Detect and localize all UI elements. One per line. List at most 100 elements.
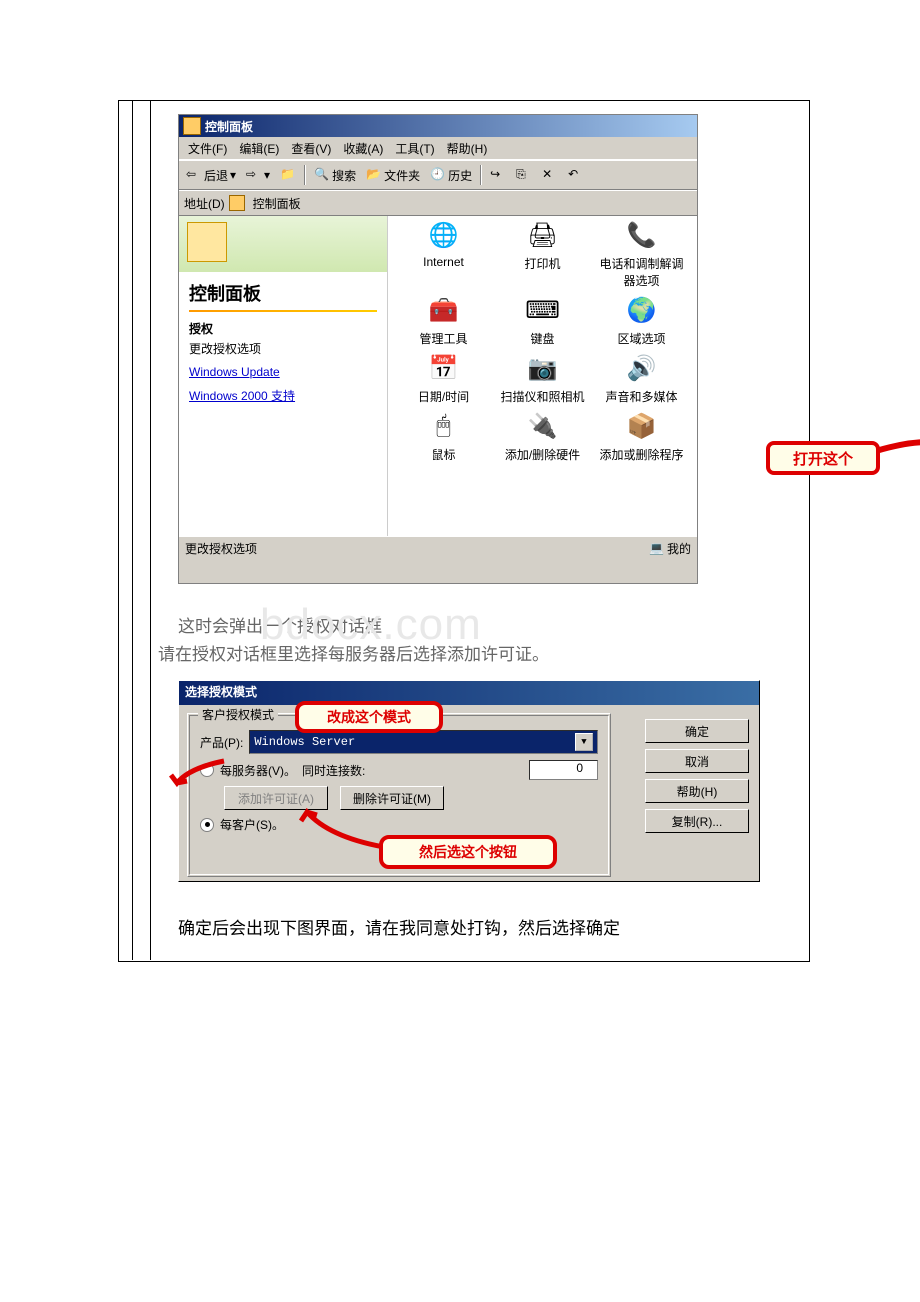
annotation-arrow-icon bbox=[169, 753, 229, 793]
groupbox-label: 客户授权模式 bbox=[198, 706, 278, 723]
history-button[interactable]: 🕘历史 bbox=[426, 165, 476, 186]
icon-printers[interactable]: 🖨打印机 bbox=[500, 218, 585, 289]
control-panel-icon bbox=[229, 195, 245, 211]
hardware-icon: 🔌 bbox=[526, 409, 560, 443]
windows-update-link[interactable]: Windows Update bbox=[189, 365, 377, 379]
address-bar: 地址(D) 控制面板 bbox=[179, 190, 697, 216]
address-value[interactable]: 控制面板 bbox=[253, 195, 301, 212]
forward-icon: ⇨ bbox=[246, 167, 262, 183]
search-button[interactable]: 🔍搜索 bbox=[310, 165, 360, 186]
dropdown-icon: ▾ bbox=[230, 168, 236, 182]
speaker-icon: 🔊 bbox=[625, 351, 659, 385]
printer-icon: 🖨 bbox=[526, 218, 560, 252]
per-server-label: 每服务器(V)。 bbox=[220, 762, 296, 779]
delete-icon: ✕ bbox=[542, 167, 558, 183]
annotation-change-mode: 改成这个模式 bbox=[295, 701, 443, 733]
titlebar: 控制面板 bbox=[179, 115, 697, 137]
control-panel-window: 控制面板 文件(F) 编辑(E) 查看(V) 收藏(A) 工具(T) 帮助(H)… bbox=[178, 114, 698, 584]
menu-file[interactable]: 文件(F) bbox=[182, 138, 233, 159]
icon-scanners-cameras[interactable]: 📷扫描仪和照相机 bbox=[500, 351, 585, 405]
icon-regional[interactable]: 🌍区域选项 bbox=[599, 293, 684, 347]
per-seat-label: 每客户(S)。 bbox=[220, 816, 284, 833]
help-button[interactable]: 帮助(H) bbox=[645, 779, 749, 803]
body-text-3: 确定后会出现下图界面，请在我同意处打钩，然后选择确定 bbox=[178, 914, 620, 939]
move-button[interactable]: ↪ bbox=[486, 165, 510, 185]
undo-button[interactable]: ↶ bbox=[564, 165, 588, 185]
menu-view[interactable]: 查看(V) bbox=[285, 138, 337, 159]
product-label: 产品(P): bbox=[200, 734, 243, 751]
folder-up-icon: 📁 bbox=[280, 167, 296, 183]
separator bbox=[304, 165, 306, 185]
per-seat-radio[interactable] bbox=[200, 818, 214, 832]
folder-icon: 📂 bbox=[366, 167, 382, 183]
licensing-dialog: 选择授权模式 客户授权模式 产品(P): Windows Server ▼ 每服… bbox=[178, 680, 760, 882]
dialog-buttons: 确定 取消 帮助(H) 复制(R)... bbox=[645, 719, 749, 833]
annotation-arrow-icon bbox=[299, 807, 389, 857]
selected-item-info: 授权 更改授权选项 bbox=[179, 320, 387, 357]
menubar[interactable]: 文件(F) 编辑(E) 查看(V) 收藏(A) 工具(T) 帮助(H) bbox=[179, 137, 697, 160]
forward-button[interactable]: ⇨▾ bbox=[242, 165, 274, 185]
programs-icon: 📦 bbox=[625, 409, 659, 443]
move-icon: ↪ bbox=[490, 167, 506, 183]
computer-icon: 💻 bbox=[649, 541, 664, 555]
icon-add-remove-programs[interactable]: 📦添加或删除程序 bbox=[599, 409, 684, 463]
left-pane: 控制面板 授权 更改授权选项 Windows Update Windows 20… bbox=[179, 216, 388, 536]
control-panel-icon bbox=[183, 117, 201, 135]
back-icon: ⇦ bbox=[186, 167, 202, 183]
statusbar: 更改授权选项 💻我的 bbox=[179, 536, 697, 559]
folders-button[interactable]: 📂文件夹 bbox=[362, 165, 424, 186]
icon-sounds-multimedia[interactable]: 🔊声音和多媒体 bbox=[599, 351, 684, 405]
mouse-icon: 🖱 bbox=[427, 409, 461, 443]
annotation-arrow bbox=[876, 436, 920, 466]
icon-add-remove-hardware[interactable]: 🔌添加/删除硬件 bbox=[500, 409, 585, 463]
delete-button[interactable]: ✕ bbox=[538, 165, 562, 185]
icon-date-time[interactable]: 📅日期/时间 bbox=[401, 351, 486, 405]
toolbox-icon: 🧰 bbox=[427, 293, 461, 327]
product-combo[interactable]: Windows Server ▼ bbox=[249, 730, 598, 754]
undo-icon: ↶ bbox=[568, 167, 584, 183]
watermark: bdocx.com bbox=[260, 600, 482, 650]
icon-phone-modem[interactable]: 📞电话和调制解调器选项 bbox=[599, 218, 684, 289]
copy-button[interactable]: ⎘ bbox=[512, 165, 536, 185]
window-title: 控制面板 bbox=[205, 118, 253, 135]
calendar-icon: 📅 bbox=[427, 351, 461, 385]
globe-icon: 🌐 bbox=[427, 218, 461, 252]
copy-icon: ⎘ bbox=[516, 167, 532, 183]
icon-keyboard[interactable]: ⌨键盘 bbox=[500, 293, 585, 347]
left-pane-title: 控制面板 bbox=[179, 272, 387, 310]
icon-mouse[interactable]: 🖱鼠标 bbox=[401, 409, 486, 463]
connections-label: 同时连接数: bbox=[302, 762, 365, 779]
content-area: 控制面板 授权 更改授权选项 Windows Update Windows 20… bbox=[179, 216, 697, 536]
dropdown-icon: ▼ bbox=[575, 733, 593, 751]
cancel-button[interactable]: 取消 bbox=[645, 749, 749, 773]
toolbar: ⇦后退▾ ⇨▾ 📁 🔍搜索 📂文件夹 🕘历史 ↪ ⎘ ✕ ↶ bbox=[179, 160, 697, 190]
menu-edit[interactable]: 编辑(E) bbox=[233, 138, 285, 159]
connections-field[interactable]: 0 bbox=[529, 760, 598, 780]
camera-icon: 📷 bbox=[526, 351, 560, 385]
address-label: 地址(D) bbox=[184, 195, 225, 212]
status-text: 更改授权选项 bbox=[185, 540, 257, 557]
menu-help[interactable]: 帮助(H) bbox=[441, 138, 494, 159]
back-button[interactable]: ⇦后退▾ bbox=[182, 165, 240, 186]
search-icon: 🔍 bbox=[314, 167, 330, 183]
annotation-then-click: 然后选这个按钮 bbox=[379, 835, 557, 869]
control-panel-large-icon bbox=[187, 222, 227, 262]
divider bbox=[189, 310, 377, 312]
history-icon: 🕘 bbox=[430, 167, 446, 183]
ok-button[interactable]: 确定 bbox=[645, 719, 749, 743]
separator bbox=[480, 165, 482, 185]
windows-2000-support-link[interactable]: Windows 2000 支持 bbox=[189, 387, 377, 404]
up-button[interactable]: 📁 bbox=[276, 165, 300, 185]
icon-admin-tools[interactable]: 🧰管理工具 bbox=[401, 293, 486, 347]
dialog-title: 选择授权模式 bbox=[179, 681, 759, 705]
annotation-open-this: 打开这个 bbox=[766, 441, 880, 475]
copy-button[interactable]: 复制(R)... bbox=[645, 809, 749, 833]
icon-pane: 🌐Internet 🖨打印机 📞电话和调制解调器选项 🧰管理工具 ⌨键盘 🌍区域… bbox=[388, 216, 697, 536]
left-pane-header bbox=[179, 216, 387, 272]
icon-internet[interactable]: 🌐Internet bbox=[401, 218, 486, 289]
menu-tools[interactable]: 工具(T) bbox=[389, 138, 440, 159]
menu-favorites[interactable]: 收藏(A) bbox=[337, 138, 389, 159]
keyboard-icon: ⌨ bbox=[526, 293, 560, 327]
globe-icon: 🌍 bbox=[625, 293, 659, 327]
phone-icon: 📞 bbox=[625, 218, 659, 252]
